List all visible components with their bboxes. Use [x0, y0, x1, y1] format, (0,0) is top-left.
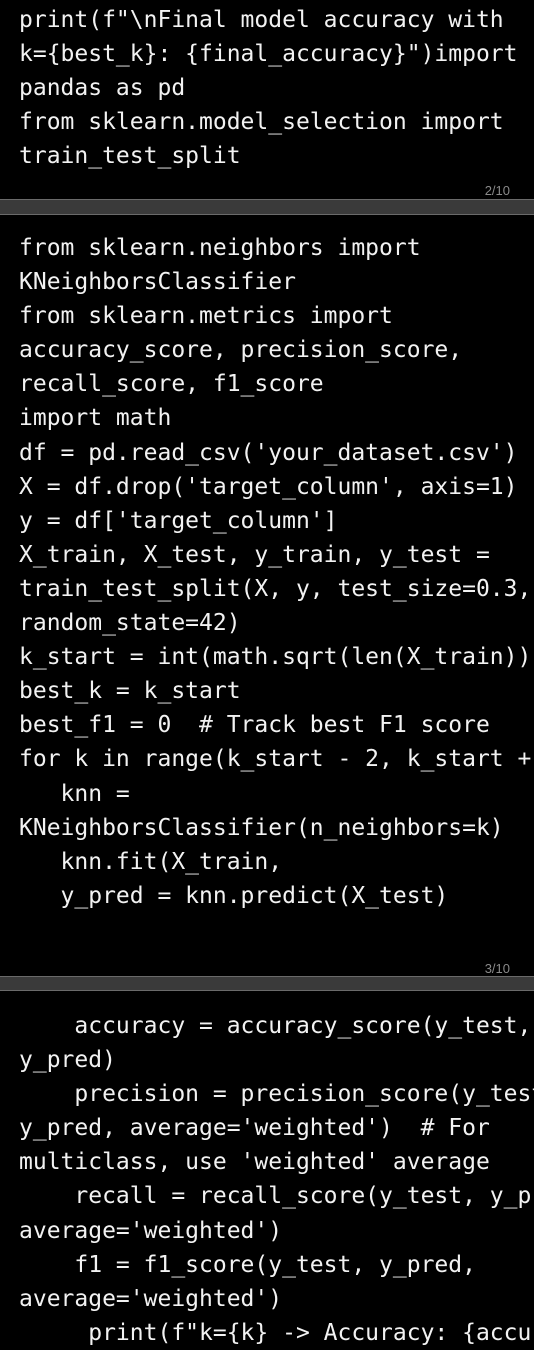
page-text: print(f"\nFinal model accuracy with k={b…: [19, 7, 518, 170]
document-page[interactable]: accuracy = accuracy_score(y_test, y_pred…: [0, 990, 534, 1350]
page-text: from sklearn.neighbors import KNeighbors…: [19, 235, 534, 909]
page-number-label: 3/10: [484, 961, 510, 976]
document-page[interactable]: print(f"\nFinal model accuracy with k={b…: [0, 0, 534, 200]
page-number-label: 2/10: [484, 183, 510, 198]
document-viewer[interactable]: print(f"\nFinal model accuracy with k={b…: [0, 0, 534, 1350]
document-page[interactable]: from sklearn.neighbors import KNeighbors…: [0, 214, 534, 977]
page-text: accuracy = accuracy_score(y_test, y_pred…: [19, 1013, 534, 1346]
